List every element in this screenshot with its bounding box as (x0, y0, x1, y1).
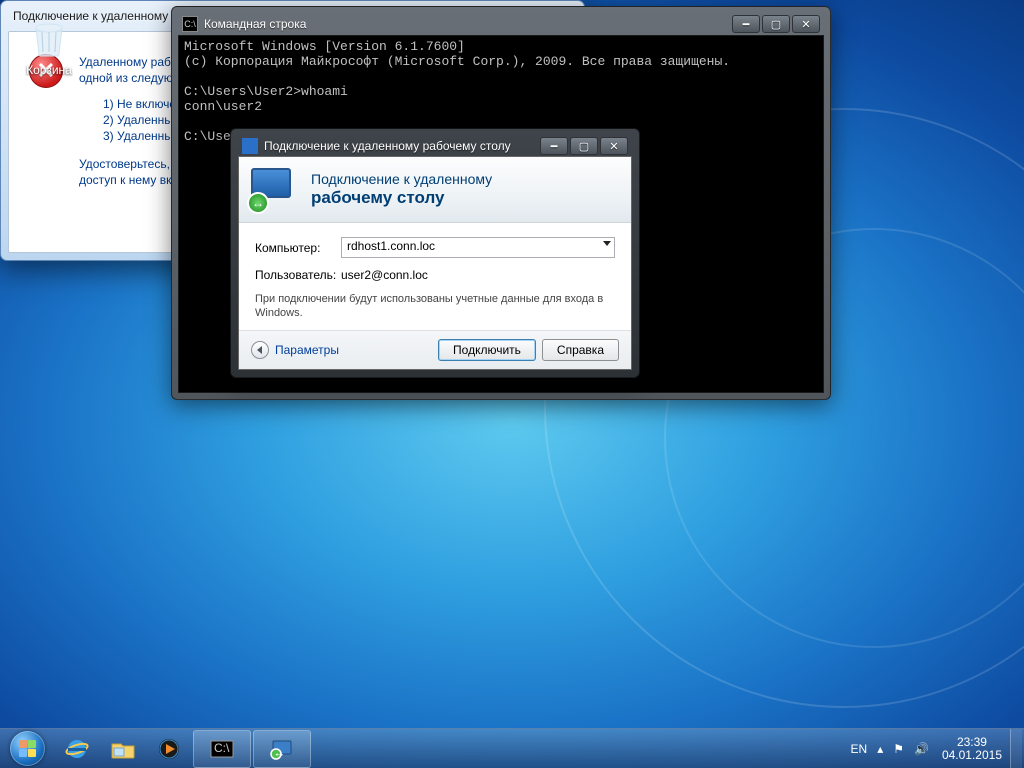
cmd-titlebar[interactable]: C:\ Командная строка ━ ▢ ✕ (178, 13, 824, 35)
chevron-down-icon (603, 241, 611, 246)
connect-button[interactable]: Подключить (438, 339, 536, 361)
user-label: Пользователь: (255, 268, 341, 282)
options-link[interactable]: Параметры (275, 343, 339, 357)
tray-volume-icon[interactable]: 🔊 (909, 742, 934, 756)
lang-indicator[interactable]: EN (846, 742, 873, 756)
rdp-window-title: Подключение к удаленному рабочему столу (264, 139, 511, 153)
svg-text:C:\: C:\ (214, 741, 230, 755)
tray-clock[interactable]: 23:39 04.01.2015 (934, 736, 1010, 762)
computer-combobox[interactable]: rdhost1.conn.loc (341, 237, 615, 258)
clock-date: 04.01.2015 (942, 749, 1002, 762)
expand-options-button[interactable] (251, 341, 269, 359)
taskbar-pin-explorer[interactable] (101, 730, 145, 768)
help-button[interactable]: Справка (542, 339, 619, 361)
taskbar-pin-media-player[interactable] (147, 730, 191, 768)
chevron-down-icon (257, 346, 262, 354)
computer-value: rdhost1.conn.loc (347, 239, 435, 253)
desktop: Корзина C:\ Командная строка ━ ▢ ✕ Micro… (0, 0, 1024, 768)
computer-label: Компьютер: (255, 241, 341, 255)
tray-action-center-icon[interactable]: ⚑ (888, 742, 909, 756)
taskbar-item-rdp[interactable]: ↔ (253, 730, 311, 768)
rdp-header-icon: ↔ (251, 168, 299, 212)
maximize-button[interactable]: ▢ (570, 137, 598, 155)
minimize-button[interactable]: ━ (732, 15, 760, 33)
cmd-icon: C:\ (182, 16, 198, 32)
clock-time: 23:39 (942, 736, 1002, 749)
rdp-header-line2: рабочему столу (311, 188, 492, 208)
taskbar: C:\ ↔ EN ▴ ⚑ 🔊 23:39 04.01.2015 (0, 728, 1024, 768)
close-button[interactable]: ✕ (600, 137, 628, 155)
credentials-note: При подключении будут использованы учетн… (255, 292, 615, 320)
start-button[interactable] (0, 729, 54, 768)
rdp-icon (242, 138, 258, 154)
rdp-window: Подключение к удаленному рабочему столу … (230, 128, 640, 378)
close-button[interactable]: ✕ (792, 15, 820, 33)
show-desktop-button[interactable] (1010, 729, 1022, 768)
rdp-header: ↔ Подключение к удаленному рабочему стол… (239, 157, 631, 223)
taskbar-pin-ie[interactable] (55, 730, 99, 768)
rdp-titlebar[interactable]: Подключение к удаленному рабочему столу … (238, 136, 632, 156)
taskbar-item-cmd[interactable]: C:\ (193, 730, 251, 768)
maximize-button[interactable]: ▢ (762, 15, 790, 33)
minimize-button[interactable]: ━ (540, 137, 568, 155)
recycle-bin-icon (26, 14, 72, 60)
rdp-header-line1: Подключение к удаленному (311, 171, 492, 188)
recycle-bin[interactable]: Корзина (18, 14, 80, 77)
start-orb-icon (10, 731, 45, 766)
system-tray: EN ▴ ⚑ 🔊 23:39 04.01.2015 (846, 729, 1024, 768)
svg-text:↔: ↔ (273, 745, 285, 759)
cmd-title: Командная строка (204, 17, 306, 31)
tray-show-hidden-icon[interactable]: ▴ (872, 742, 888, 756)
user-value: user2@conn.loc (341, 268, 428, 282)
recycle-bin-label: Корзина (18, 63, 80, 77)
